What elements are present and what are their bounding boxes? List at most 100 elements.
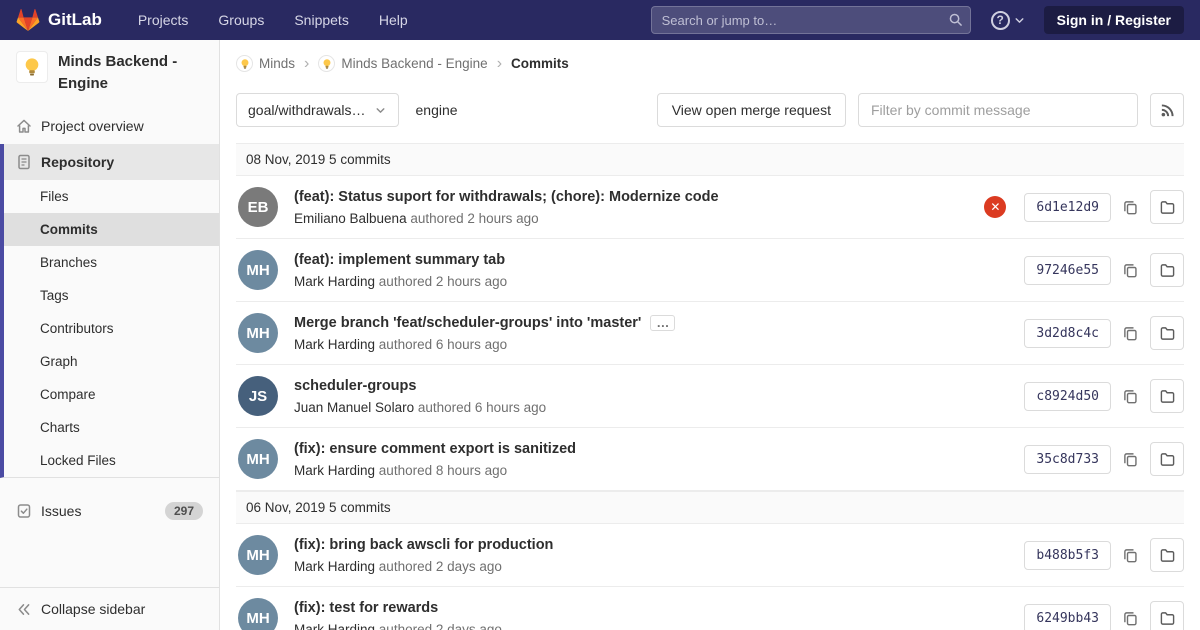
commit-author[interactable]: Emiliano Balbuena xyxy=(294,211,407,226)
commit-title[interactable]: scheduler-groups xyxy=(294,378,416,394)
commit-meta: Mark Harding authored 6 hours ago xyxy=(294,337,1008,352)
lightbulb-icon xyxy=(21,56,43,78)
browse-files-button[interactable] xyxy=(1150,538,1184,572)
commit-time: authored 2 hours ago xyxy=(378,273,508,289)
gitlab-logo[interactable]: GitLab xyxy=(16,8,102,32)
sidebar-item-commits[interactable]: Commits xyxy=(4,212,219,246)
folder-icon xyxy=(1160,548,1175,563)
sidebar-item-locked-files[interactable]: Locked Files xyxy=(4,444,219,477)
commit-filter-input[interactable] xyxy=(858,93,1138,127)
sidebar-item-graph[interactable]: Graph xyxy=(4,345,219,378)
project-title: Minds Backend - Engine xyxy=(58,53,178,92)
commit-hash[interactable]: 97246e55 xyxy=(1024,255,1111,285)
avatar[interactable]: JS xyxy=(238,376,278,416)
commit-rows: EB (feat): Status suport for withdrawals… xyxy=(236,176,1184,491)
project-context[interactable]: Minds Backend - Engine xyxy=(0,40,219,108)
copy-icon xyxy=(1123,452,1138,467)
browse-files-button[interactable] xyxy=(1150,601,1184,630)
commit-author[interactable]: Mark Harding xyxy=(294,559,375,574)
avatar[interactable]: MH xyxy=(238,598,278,630)
commit-meta: Emiliano Balbuena authored 2 hours ago xyxy=(294,211,968,226)
commit-hash[interactable]: c8924d50 xyxy=(1024,381,1111,411)
breadcrumb-item-project[interactable]: Minds Backend - Engine xyxy=(341,56,487,71)
commits-feed-button[interactable] xyxy=(1150,93,1184,127)
commit-row: MH Merge branch 'feat/scheduler-groups' … xyxy=(236,302,1184,365)
search-input[interactable] xyxy=(650,6,971,34)
folder-icon xyxy=(1160,452,1175,467)
commit-author[interactable]: Mark Harding xyxy=(294,463,375,478)
copy-commit-sha-button[interactable] xyxy=(1121,379,1140,413)
sidebar-item-label: Repository xyxy=(41,153,115,170)
copy-commit-sha-button[interactable] xyxy=(1121,253,1140,287)
sidebar-item-project-overview[interactable]: Project overview xyxy=(0,108,219,144)
copy-icon xyxy=(1123,263,1138,278)
browse-files-button[interactable] xyxy=(1150,379,1184,413)
copy-commit-sha-button[interactable] xyxy=(1121,190,1140,224)
commit-group: 06 Nov, 2019 5 commits MH (fix): bring b… xyxy=(236,491,1184,630)
nav-item-help[interactable]: Help xyxy=(379,12,408,28)
avatar[interactable]: MH xyxy=(238,439,278,479)
commit-title[interactable]: Merge branch 'feat/scheduler-groups' int… xyxy=(294,315,641,331)
copy-commit-sha-button[interactable] xyxy=(1121,538,1140,572)
sidebar-item-contributors[interactable]: Contributors xyxy=(4,312,219,345)
sidebar-item-branches[interactable]: Branches xyxy=(4,246,219,279)
sidebar-item-files[interactable]: Files xyxy=(4,180,219,213)
global-search xyxy=(650,6,971,34)
sidebar: Minds Backend - Engine Project overview … xyxy=(0,40,220,630)
commit-hash[interactable]: b488b5f3 xyxy=(1024,540,1111,570)
copy-commit-sha-button[interactable] xyxy=(1121,316,1140,350)
nav-item-snippets[interactable]: Snippets xyxy=(294,12,348,28)
commit-time: authored 2 hours ago xyxy=(410,210,539,226)
browse-files-button[interactable] xyxy=(1150,442,1184,476)
commit-author[interactable]: Mark Harding xyxy=(294,337,375,352)
commit-title[interactable]: (feat): Status suport for withdrawals; (… xyxy=(294,189,719,205)
copy-commit-sha-button[interactable] xyxy=(1121,601,1140,630)
search-icon xyxy=(948,12,963,27)
copy-icon xyxy=(1123,389,1138,404)
commit-hash[interactable]: 6d1e12d9 xyxy=(1024,192,1111,222)
avatar[interactable]: MH xyxy=(238,250,278,290)
commit-row: MH (fix): ensure comment export is sanit… xyxy=(236,428,1184,491)
sidebar-item-charts[interactable]: Charts xyxy=(4,411,219,444)
nav-item-projects[interactable]: Projects xyxy=(138,12,189,28)
avatar[interactable]: MH xyxy=(238,535,278,575)
commit-time: authored 6 hours ago xyxy=(378,336,508,352)
folder-icon xyxy=(1160,263,1175,278)
issues-count-badge: 297 xyxy=(164,501,203,520)
logo-text: GitLab xyxy=(48,10,102,29)
breadcrumb-item-minds[interactable]: Minds xyxy=(259,56,295,71)
sidebar-item-tags[interactable]: Tags xyxy=(4,279,219,312)
help-menu[interactable]: ? xyxy=(990,10,1026,30)
browse-files-button[interactable] xyxy=(1150,253,1184,287)
browse-files-button[interactable] xyxy=(1150,316,1184,350)
breadcrumb: Minds › Minds Backend - Engine › Commits xyxy=(220,40,1200,84)
branch-selector[interactable]: goal/withdrawals… xyxy=(236,93,399,127)
sign-in-button[interactable]: Sign in / Register xyxy=(1043,6,1184,34)
sidebar-item-repository[interactable]: Repository xyxy=(4,143,219,180)
commit-author[interactable]: Juan Manuel Solaro xyxy=(294,400,414,415)
commit-title[interactable]: (fix): test for rewards xyxy=(294,600,438,616)
copy-icon xyxy=(1123,326,1138,341)
sidebar-item-compare[interactable]: Compare xyxy=(4,378,219,411)
copy-commit-sha-button[interactable] xyxy=(1121,442,1140,476)
commit-hash[interactable]: 3d2d8c4c xyxy=(1024,318,1111,348)
commit-title[interactable]: (feat): implement summary tab xyxy=(294,252,505,268)
commit-title[interactable]: (fix): ensure comment export is sanitize… xyxy=(294,441,576,457)
commit-time: authored 6 hours ago xyxy=(417,399,547,415)
view-merge-request-button[interactable]: View open merge request xyxy=(656,93,846,127)
nav-item-groups[interactable]: Groups xyxy=(218,12,264,28)
collapse-sidebar-button[interactable]: Collapse sidebar xyxy=(0,587,219,630)
folder-icon xyxy=(1160,611,1175,626)
avatar[interactable]: EB xyxy=(238,187,278,227)
commit-title[interactable]: (fix): bring back awscli for production xyxy=(294,537,553,553)
avatar[interactable]: MH xyxy=(238,313,278,353)
sidebar-item-issues[interactable]: Issues 297 xyxy=(0,492,219,530)
commit-meta: Mark Harding authored 2 days ago xyxy=(294,622,1008,630)
commit-hash[interactable]: 6249bb43 xyxy=(1024,603,1111,630)
ci-failed-icon[interactable]: ✕ xyxy=(984,196,1007,218)
browse-files-button[interactable] xyxy=(1150,190,1184,224)
commit-author[interactable]: Mark Harding xyxy=(294,274,375,289)
commit-description-toggle[interactable]: … xyxy=(650,314,676,331)
commit-author[interactable]: Mark Harding xyxy=(294,622,375,630)
commit-hash[interactable]: 35c8d733 xyxy=(1024,444,1111,474)
